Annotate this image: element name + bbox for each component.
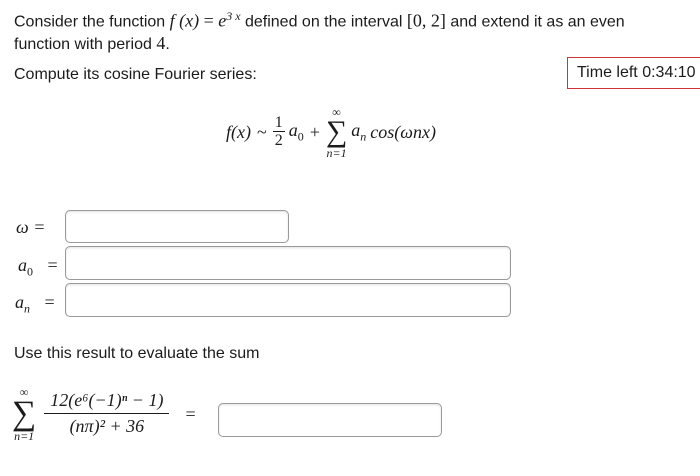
omega-input[interactable] — [65, 210, 289, 243]
cos-expression: cos(ωnx) — [370, 121, 436, 142]
tilde-symbol: ~ — [256, 121, 267, 142]
fourier-series-formula: f(x) ~ 1 2 a0 + ∞ ∑ n=1 an cos(ωnx) — [226, 106, 436, 159]
an-letter: a — [351, 119, 361, 140]
problem-line-2: function with period 4. — [14, 33, 170, 54]
an-input[interactable] — [65, 283, 511, 317]
a0-subscript: 0 — [297, 129, 304, 144]
compute-instruction: Compute its cosine Fourier series: — [14, 66, 257, 83]
exp-base: e — [218, 10, 227, 31]
sum-symbol-group: ∞ ∑ n=1 — [12, 386, 36, 442]
an-label-subscript: n — [24, 301, 30, 316]
half-denominator: 2 — [274, 132, 283, 150]
sum-expression: ∞ ∑ n=1 12(e⁶(−1)ⁿ − 1) (nπ)² + 36 = — [12, 386, 196, 442]
eval-sum-lower-limit: n=1 — [14, 429, 35, 444]
a0-label-subscript: 0 — [27, 264, 33, 279]
period-value: 4 — [156, 33, 166, 53]
interval: [0, 2] — [406, 10, 446, 31]
function-name: f (x) — [169, 10, 200, 31]
a0-letter: a — [288, 119, 298, 140]
defined-text: defined on the interval — [244, 13, 403, 31]
a0-input[interactable] — [65, 246, 511, 280]
sigma-icon: ∑ — [325, 115, 348, 148]
extend-text: and extend it as an even — [450, 13, 625, 31]
an-label-letter: a — [15, 292, 24, 312]
an-term: an — [351, 120, 366, 145]
sum-equals: = — [185, 403, 196, 424]
problem-line-1: Consider the function f (x) = e3 x defin… — [14, 9, 625, 31]
summation-symbol: ∞ ∑ n=1 — [326, 106, 347, 159]
a0-label: a0 = — [18, 255, 58, 280]
sum-denominator: (nπ)² + 36 — [69, 416, 145, 437]
sum-lower-limit: n=1 — [326, 145, 347, 160]
an-label: an = — [15, 292, 55, 317]
exp-power: 3 x — [226, 9, 241, 23]
an-label-equals: = — [44, 292, 55, 312]
plus-sign: + — [309, 121, 320, 142]
intro-text: Consider the function — [14, 13, 166, 31]
half-fraction: 1 2 — [272, 113, 285, 151]
an-subscript: n — [360, 129, 367, 144]
evaluate-instruction: Use this result to evaluate the sum — [14, 345, 260, 362]
sum-fraction: 12(e⁶(−1)ⁿ − 1) (nπ)² + 36 — [44, 391, 170, 437]
function-period-text: function with period — [14, 36, 152, 53]
omega-label: ω = — [16, 217, 46, 237]
half-numerator: 1 — [272, 113, 285, 133]
equals-sign: = — [203, 10, 214, 31]
a0-label-letter: a — [18, 255, 27, 275]
sum-numerator: 12(e⁶(−1)ⁿ − 1) — [44, 391, 170, 415]
time-left-badge: Time left 0:34:10 — [567, 57, 700, 89]
sum-input[interactable] — [218, 403, 442, 437]
eval-sigma-icon: ∑ — [12, 395, 37, 432]
a0-label-equals: = — [47, 255, 58, 275]
period-dot: . — [165, 36, 170, 53]
formula-lhs: f(x) — [226, 121, 251, 142]
a0-term: a0 — [289, 120, 304, 145]
